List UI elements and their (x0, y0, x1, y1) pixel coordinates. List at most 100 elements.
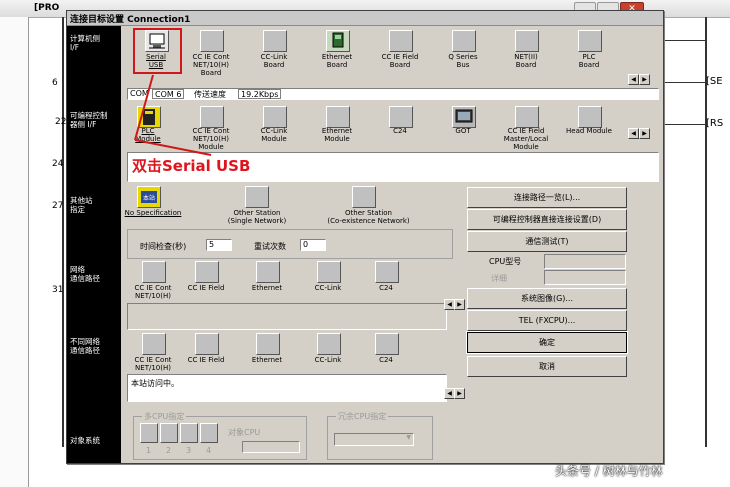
cpu-4-button[interactable] (200, 423, 218, 443)
scroll-right-arrow[interactable]: ▶ (454, 299, 465, 310)
scroll-right-arrow[interactable]: ▶ (639, 128, 650, 139)
got-label: GOT (455, 127, 471, 135)
net-cc-ie-field-icon[interactable] (195, 261, 219, 283)
diff-ethernet-icon[interactable] (256, 333, 280, 355)
ethernet-module-icon[interactable] (326, 106, 350, 128)
c24-module-icon[interactable] (389, 106, 413, 128)
diff-ethernet-label: Ethernet (251, 356, 283, 364)
comm-test-button[interactable]: 通信测试(T) (467, 231, 627, 252)
plc-board-icon[interactable] (578, 30, 602, 52)
timeout-label: 时间检查(秒) (140, 242, 187, 251)
scroll-left-arrow[interactable]: ◀ (628, 128, 639, 139)
label-diff-network: 不同网络 通信路径 (70, 337, 100, 355)
net-ethernet-label: Ethernet (251, 284, 283, 292)
cc-link-board-label: CC-Link Board (260, 53, 288, 69)
cc-ie-cont-board-icon[interactable] (200, 30, 224, 52)
timeout-group: 时间检查(秒) 5 重试次数 0 (127, 229, 453, 259)
cpu-1-button[interactable] (140, 423, 158, 443)
watermark: 头条号 / 树林与竹林 (555, 464, 663, 478)
network-route-detail (127, 303, 447, 330)
redundant-cpu-label: 冗余CPU指定 (336, 411, 389, 422)
station-status-box: 本站访问中。 (127, 374, 447, 402)
tel-fxcpu-button[interactable]: TEL (FXCPU)... (467, 310, 627, 331)
redundant-cpu-select[interactable]: ▼ (334, 433, 414, 446)
net-c24-icon[interactable] (375, 261, 399, 283)
speed-value: 19.2Kbps (238, 89, 282, 99)
cc-link-board-icon[interactable] (263, 30, 287, 52)
net-cc-ie-cont-label: CC IE Cont NET/10(H) (134, 284, 172, 300)
system-image-button[interactable]: 系统图像(G)... (467, 288, 627, 309)
q-series-bus-label: Q Series Bus (448, 53, 478, 69)
scroll-right-arrow[interactable]: ▶ (639, 74, 650, 85)
ethernet-board-label: Ethernet Board (321, 53, 353, 69)
net-ii-board-label: NET(II) Board (514, 53, 538, 69)
route-list-button[interactable]: 连接路径一览(L)... (467, 187, 627, 208)
direct-connect-button[interactable]: 可编程控制器直接连接设置(D) (467, 209, 627, 230)
cc-ie-field-master-icon[interactable] (515, 106, 539, 128)
diff-cc-ie-cont-icon[interactable] (142, 333, 166, 355)
diff-cc-ie-field-icon[interactable] (195, 333, 219, 355)
ethernet-module-label: Ethernet Module (321, 127, 353, 143)
head-module-icon[interactable] (578, 106, 602, 128)
annotation-arrow-icon (134, 74, 212, 156)
net-cc-ie-cont-icon[interactable] (142, 261, 166, 283)
label-target-system: 对象系统 (70, 436, 100, 445)
cancel-button[interactable]: 取消 (467, 356, 627, 377)
coil-label: [RS (706, 118, 724, 129)
net-c24-label: C24 (379, 284, 393, 292)
cc-ie-field-master-label: CC IE Field Master/Local Module (503, 127, 549, 151)
station-status-text: 本站访问中。 (131, 379, 179, 388)
serial-usb-icon[interactable] (145, 30, 169, 52)
diff-c24-icon[interactable] (375, 333, 399, 355)
head-module-label: Head Module (566, 127, 612, 135)
target-cpu-label: 对象CPU (228, 428, 261, 437)
net-cc-link-icon[interactable] (317, 261, 341, 283)
other-station-single-icon[interactable] (245, 186, 269, 208)
dialog-title: 连接目标设置 Connection1 (70, 15, 191, 25)
no-specification-icon[interactable]: 本站 (137, 186, 161, 208)
timeout-input[interactable]: 5 (206, 239, 232, 251)
ethernet-board-icon[interactable] (326, 30, 350, 52)
cpu-number: 3 (186, 446, 192, 455)
svg-text:本站: 本站 (143, 194, 155, 202)
left-power-rail (62, 17, 64, 447)
diff-cc-link-icon[interactable] (317, 333, 341, 355)
multi-cpu-group: 多CPU指定 1 2 3 4 对象CPU (133, 411, 307, 460)
no-specification-label: No Specification (124, 209, 182, 217)
multi-cpu-label: 多CPU指定 (142, 411, 187, 422)
label-network-route: 网络 通信路径 (70, 265, 100, 283)
background-title: [PRO (34, 3, 60, 13)
chevron-down-icon: ▼ (406, 434, 411, 441)
connection-dialog: 连接目标设置 Connection1 计算机侧 I/F 可编程控制 器侧 I/F… (66, 10, 664, 464)
other-station-coexist-icon[interactable] (352, 186, 376, 208)
retry-input[interactable]: 0 (300, 239, 326, 251)
label-other-station: 其他站 指定 (70, 196, 93, 214)
cc-ie-field-board-label: CC IE Field Board (381, 53, 419, 69)
net-ethernet-icon[interactable] (256, 261, 280, 283)
net-cc-ie-field-label: CC IE Field (187, 284, 225, 292)
other-station-single-label: Other Station (Single Network) (227, 209, 287, 225)
cc-ie-field-board-icon[interactable] (389, 30, 413, 52)
cpu-2-button[interactable] (160, 423, 178, 443)
scroll-left-arrow[interactable]: ◀ (628, 74, 639, 85)
row-number: 31 (52, 285, 64, 295)
detail-label: 详细 (491, 274, 507, 283)
cpu-type-label: CPU型号 (489, 257, 522, 266)
dialog-body: Serial USB CC IE Cont NET/10(H) Board CC… (121, 26, 663, 463)
cpu-3-button[interactable] (180, 423, 198, 443)
cc-link-module-icon[interactable] (263, 106, 287, 128)
timeout-value: 5 (209, 240, 215, 249)
cpu-number: 2 (166, 446, 172, 455)
label-pc-if: 计算机侧 I/F (70, 34, 100, 52)
ok-button[interactable]: 确定 (466, 331, 628, 354)
net-ii-board-icon[interactable] (515, 30, 539, 52)
got-icon[interactable] (452, 106, 476, 128)
scroll-right-arrow[interactable]: ▶ (454, 388, 465, 399)
ladder-line (665, 82, 705, 83)
coil-label: [SE (706, 76, 723, 87)
other-station-coexist-label: Other Station (Co-existence Network) (327, 209, 410, 225)
row-number: 24 (52, 159, 64, 169)
retry-label: 重试次数 (254, 242, 286, 251)
cpu-number: 4 (206, 446, 212, 455)
q-series-bus-icon[interactable] (452, 30, 476, 52)
